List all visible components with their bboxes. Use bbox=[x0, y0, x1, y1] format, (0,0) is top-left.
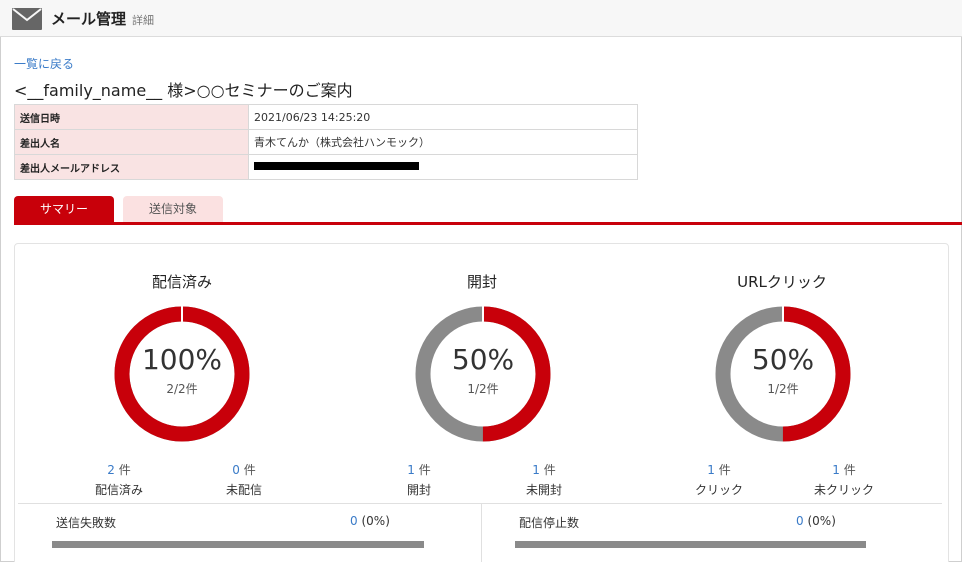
unclicked-num: 1 bbox=[832, 463, 840, 477]
delivered-stat: 2 件 配信済み bbox=[69, 461, 169, 498]
url-click-title: URLクリック bbox=[737, 273, 827, 291]
tab-underline bbox=[14, 222, 962, 225]
send-failed-label: 送信失敗数 bbox=[56, 516, 117, 530]
delivered-title: 配信済み bbox=[151, 273, 212, 291]
mail-icon bbox=[12, 8, 42, 30]
delivered-count: 2/2件 bbox=[166, 382, 198, 396]
undelivered-num: 0 bbox=[232, 463, 240, 477]
divider bbox=[481, 503, 482, 562]
page-header: メール管理 詳細 bbox=[0, 0, 962, 37]
send-failed-num: 0 bbox=[350, 514, 358, 528]
url-click-percent: 50% bbox=[751, 343, 815, 376]
sent-datetime-value: 2021/06/23 14:25:20 bbox=[248, 104, 638, 130]
table-row: 差出人メールアドレス bbox=[14, 154, 638, 180]
send-failed-value: 0 (0%) bbox=[350, 514, 390, 528]
unit-label: 件 bbox=[718, 463, 731, 477]
opened-stat: 1 件 開封 bbox=[369, 461, 469, 498]
opened-percent: 50% bbox=[451, 343, 515, 376]
delivered-num: 2 bbox=[107, 463, 115, 477]
undelivered-stat: 0 件 未配信 bbox=[194, 461, 294, 498]
sender-email-value bbox=[248, 154, 638, 180]
unclicked-stat: 1 件 未クリック bbox=[794, 461, 894, 498]
table-row: 差出人名 青木てんか（株式会社ハンモック） bbox=[14, 129, 638, 155]
opened-label: 開封 bbox=[406, 483, 431, 497]
opened-title: 開封 bbox=[466, 273, 497, 291]
unopened-num: 1 bbox=[532, 463, 540, 477]
delivered-label: 配信済み bbox=[94, 483, 143, 497]
delivered-percent: 100% bbox=[141, 343, 223, 376]
unit-label: 件 bbox=[843, 463, 856, 477]
sender-email-label: 差出人メールアドレス bbox=[14, 154, 249, 180]
tab-summary[interactable]: サマリー bbox=[14, 196, 114, 223]
page-subtitle: 詳細 bbox=[132, 14, 154, 27]
unsubscribed-pct: (0%) bbox=[807, 514, 836, 528]
mail-info-table: 送信日時 2021/06/23 14:25:20 差出人名 青木てんか（株式会社… bbox=[14, 104, 638, 180]
opened-count: 1/2件 bbox=[467, 382, 499, 396]
tab-recipients[interactable]: 送信対象 bbox=[123, 196, 223, 223]
send-failed-bar bbox=[52, 541, 424, 548]
unit-label: 件 bbox=[118, 463, 131, 477]
unit-label: 件 bbox=[543, 463, 556, 477]
redaction-bar bbox=[254, 161, 419, 170]
clicked-num: 1 bbox=[707, 463, 715, 477]
unit-label: 件 bbox=[418, 463, 431, 477]
sent-datetime-label: 送信日時 bbox=[14, 104, 249, 130]
unsubscribed-label: 配信停止数 bbox=[519, 516, 580, 530]
back-to-list-link[interactable]: 一覧に戻る bbox=[14, 55, 74, 72]
unsubscribed-num: 0 bbox=[796, 514, 804, 528]
unopened-stat: 1 件 未開封 bbox=[494, 461, 594, 498]
unsubscribed-value: 0 (0%) bbox=[796, 514, 836, 528]
mail-subject: <__family_name__ 様>○○セミナーのご案内 bbox=[14, 81, 353, 100]
unclicked-label: 未クリック bbox=[813, 483, 874, 497]
sender-name-value: 青木てんか（株式会社ハンモック） bbox=[248, 129, 638, 155]
sender-name-label: 差出人名 bbox=[14, 129, 249, 155]
unsubscribed-bar bbox=[515, 541, 866, 548]
send-failed-pct: (0%) bbox=[361, 514, 390, 528]
table-row: 送信日時 2021/06/23 14:25:20 bbox=[14, 104, 638, 130]
url-click-count: 1/2件 bbox=[767, 382, 799, 396]
divider bbox=[18, 503, 942, 504]
undelivered-label: 未配信 bbox=[225, 483, 262, 497]
opened-num: 1 bbox=[407, 463, 415, 477]
unit-label: 件 bbox=[243, 463, 256, 477]
page-title: メール管理 bbox=[51, 10, 127, 28]
clicked-stat: 1 件 クリック bbox=[669, 461, 769, 498]
clicked-label: クリック bbox=[694, 483, 743, 497]
unopened-label: 未開封 bbox=[525, 483, 562, 497]
